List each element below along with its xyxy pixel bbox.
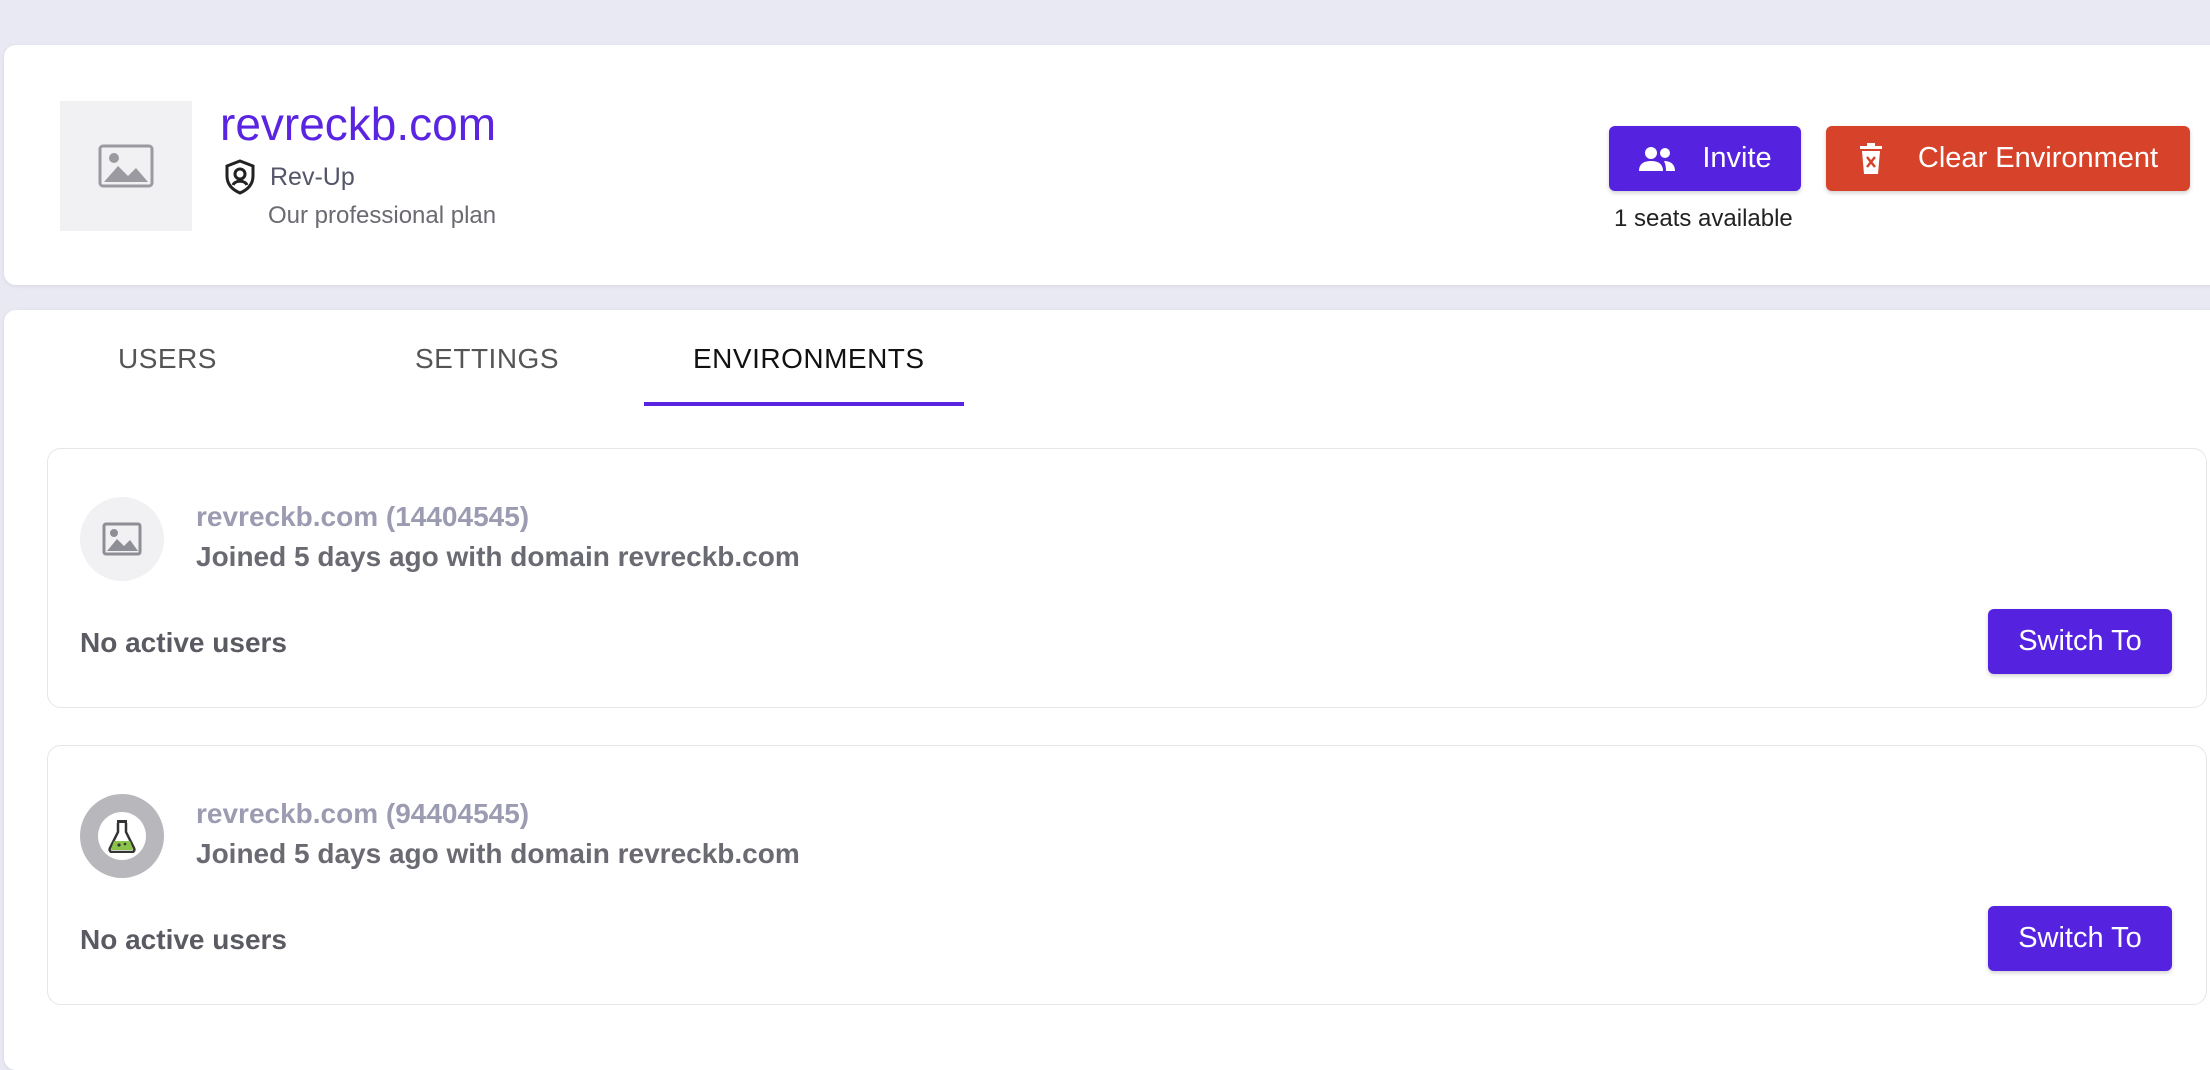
- plan-description: Our professional plan: [268, 202, 497, 229]
- shield-user-icon: [225, 159, 255, 195]
- environment-avatar: [80, 794, 164, 878]
- plan-name: Rev-Up: [270, 162, 355, 191]
- tab-settings[interactable]: SETTINGS: [415, 343, 559, 375]
- people-icon: [1639, 146, 1676, 171]
- flask-icon: [108, 820, 136, 853]
- switch-to-button[interactable]: Switch To: [1988, 609, 2172, 674]
- trash-x-icon: [1859, 142, 1882, 174]
- image-placeholder-icon: [102, 522, 142, 556]
- seats-available-text: 1 seats available: [1614, 205, 1793, 232]
- environment-subtitle: Joined 5 days ago with domain revreckb.c…: [196, 838, 800, 869]
- environment-avatar: [80, 497, 164, 581]
- invite-button[interactable]: Invite: [1609, 126, 1801, 191]
- environment-title: revreckb.com (94404545): [196, 798, 530, 829]
- organization-header: revreckb.com Rev-Up Our professional pla…: [4, 45, 2210, 285]
- environment-card: revreckb.com (14404545) Joined 5 days ag…: [47, 448, 2207, 708]
- organization-name: revreckb.com: [220, 98, 497, 150]
- environments-panel: USERS SETTINGS ENVIRONMENTS revreckb.com…: [4, 310, 2210, 1070]
- active-users-status: No active users: [80, 627, 287, 658]
- image-placeholder-icon: [98, 144, 154, 188]
- clear-environment-button[interactable]: Clear Environment: [1826, 126, 2190, 191]
- clear-environment-label: Clear Environment: [1917, 142, 2159, 174]
- plan-row: Rev-Up: [224, 159, 355, 195]
- tab-users[interactable]: USERS: [118, 343, 217, 375]
- active-tab-indicator: [644, 402, 964, 406]
- environment-subtitle: Joined 5 days ago with domain revreckb.c…: [196, 541, 800, 572]
- switch-to-button[interactable]: Switch To: [1988, 906, 2172, 971]
- active-users-status: No active users: [80, 924, 287, 955]
- environment-card: revreckb.com (94404545) Joined 5 days ag…: [47, 745, 2207, 1005]
- invite-label: Invite: [1702, 142, 1772, 174]
- flask-badge: [98, 812, 146, 860]
- environment-title: revreckb.com (14404545): [196, 501, 530, 532]
- org-logo-placeholder: [60, 101, 192, 231]
- tab-environments[interactable]: ENVIRONMENTS: [693, 343, 925, 375]
